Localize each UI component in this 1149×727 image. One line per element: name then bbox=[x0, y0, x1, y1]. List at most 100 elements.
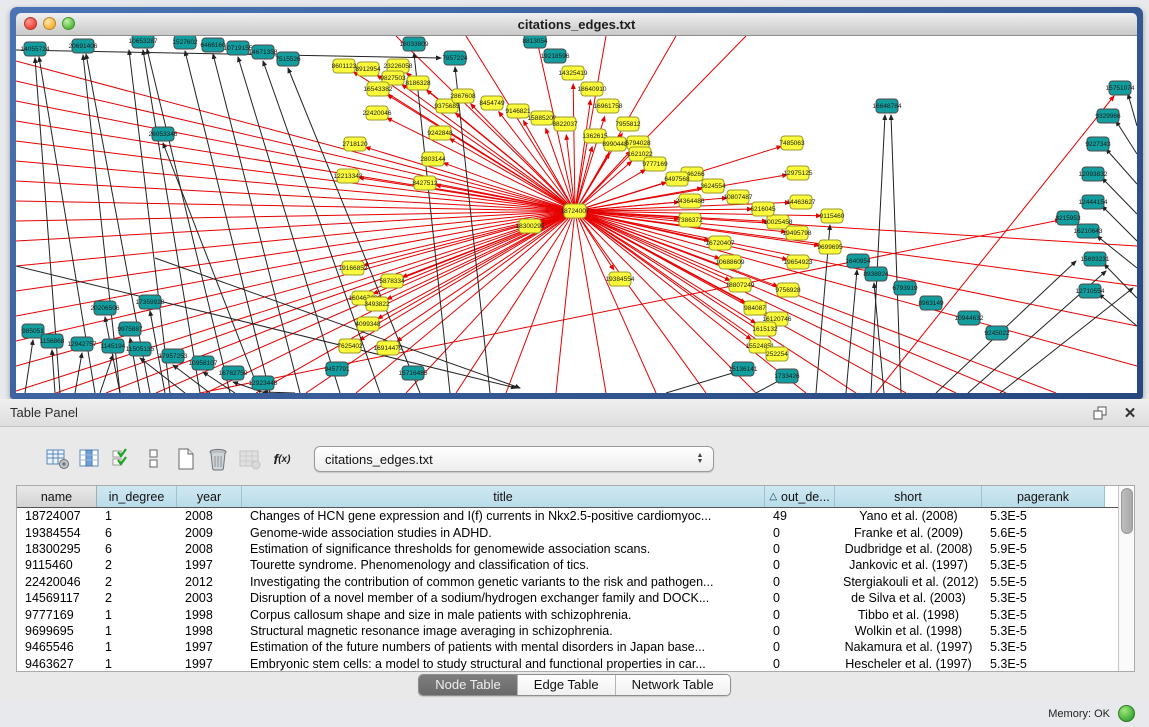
graph-node[interactable]: 17957253 bbox=[159, 349, 188, 363]
graph-node[interactable]: 24364486 bbox=[676, 194, 705, 208]
graph-node[interactable]: 10653287 bbox=[129, 36, 158, 48]
graph-node[interactable]: 10944632 bbox=[955, 311, 984, 325]
delete-column-icon[interactable] bbox=[204, 445, 232, 473]
graph-node[interactable]: 1733426 bbox=[774, 369, 800, 383]
column-header-title[interactable]: title bbox=[242, 486, 765, 507]
row-height-icon[interactable] bbox=[140, 445, 168, 473]
table-selector-dropdown[interactable]: citations_edges.txt ▲▼ bbox=[314, 446, 714, 472]
graph-node[interactable]: 5878334 bbox=[379, 274, 405, 288]
graph-node[interactable]: 14671358 bbox=[249, 45, 278, 59]
graph-node[interactable]: 984087 bbox=[744, 301, 766, 315]
graph-node[interactable]: 9756928 bbox=[775, 283, 801, 297]
table-row[interactable]: 1830029562008Estimation of significance … bbox=[17, 541, 1118, 557]
tab-network-table[interactable]: Network Table bbox=[616, 675, 730, 695]
graph-node[interactable]: 15751074 bbox=[1106, 81, 1135, 95]
graph-node[interactable]: 15136141 bbox=[729, 362, 758, 376]
graph-node[interactable]: 9699695 bbox=[817, 240, 843, 254]
graph-node[interactable]: 12213343 bbox=[334, 169, 363, 183]
column-header-name[interactable]: name bbox=[17, 486, 97, 507]
graph-node[interactable]: 22420046 bbox=[363, 106, 392, 120]
graph-node[interactable]: 7955812 bbox=[615, 117, 641, 131]
table-row[interactable]: 977716911998Corpus callosum shape and si… bbox=[17, 606, 1118, 622]
graph-node[interactable]: 10807487 bbox=[724, 190, 753, 204]
graph-node[interactable]: 14463627 bbox=[787, 195, 816, 209]
import-table-icon[interactable] bbox=[236, 445, 264, 473]
graph-node[interactable]: 8912954 bbox=[355, 62, 381, 76]
select-columns-icon[interactable] bbox=[76, 445, 104, 473]
graph-node[interactable]: 9242848 bbox=[427, 126, 453, 140]
graph-node[interactable]: 8822037 bbox=[552, 117, 578, 131]
minimize-button[interactable] bbox=[43, 17, 56, 30]
graph-node[interactable]: 10958107 bbox=[189, 356, 218, 370]
scrollbar-thumb[interactable] bbox=[1121, 488, 1133, 534]
function-builder-icon[interactable]: f(x) bbox=[268, 445, 296, 473]
graph-node[interactable]: 26053346 bbox=[149, 127, 178, 141]
select-rows-icon[interactable] bbox=[108, 445, 136, 473]
graph-node[interactable]: 11505135 bbox=[126, 342, 155, 356]
zoom-button[interactable] bbox=[62, 17, 75, 30]
table-row[interactable]: 1456911722003Disruption of a novel membe… bbox=[17, 590, 1118, 606]
column-header-pagerank[interactable]: pagerank bbox=[982, 486, 1105, 507]
graph-node[interactable]: 17359928 bbox=[136, 295, 165, 309]
new-column-icon[interactable] bbox=[172, 445, 200, 473]
float-window-icon[interactable] bbox=[1089, 404, 1111, 422]
graph-node[interactable]: 6216045 bbox=[750, 202, 776, 216]
graph-node[interactable]: 3493822 bbox=[364, 297, 390, 311]
graph-node[interactable]: 16543382 bbox=[364, 82, 393, 96]
graph-node[interactable]: 16961758 bbox=[594, 99, 623, 113]
graph-node[interactable]: 8938924 bbox=[863, 267, 889, 281]
graph-node[interactable]: 12975125 bbox=[784, 166, 813, 180]
graph-node[interactable]: 16782759 bbox=[219, 366, 248, 380]
table-row[interactable]: 2242004622012Investigating the contribut… bbox=[17, 574, 1118, 590]
table-row[interactable]: 969969511998Structural magnetic resonanc… bbox=[17, 623, 1118, 639]
graph-node[interactable]: 10688609 bbox=[716, 255, 745, 269]
table-row[interactable]: 1938455462009Genome-wide association stu… bbox=[17, 524, 1118, 540]
graph-node[interactable]: 2867608 bbox=[450, 89, 476, 103]
graph-node[interactable]: 7485063 bbox=[779, 136, 805, 150]
graph-node[interactable]: 6466160 bbox=[200, 38, 226, 52]
graph-node[interactable]: 2718120 bbox=[342, 137, 368, 151]
column-header-out-de-[interactable]: △out_de... bbox=[765, 486, 835, 507]
tab-node-table[interactable]: Node Table bbox=[419, 675, 518, 695]
graph-node[interactable]: 8990448 bbox=[602, 137, 628, 151]
graph-node[interactable]: 12923448 bbox=[249, 376, 278, 390]
graph-node[interactable]: 8813054 bbox=[522, 36, 548, 48]
graph-node[interactable]: 1527602 bbox=[172, 36, 198, 49]
graph-node[interactable]: 6793919 bbox=[892, 281, 918, 295]
graph-node[interactable]: 3624554 bbox=[700, 179, 726, 193]
graph-node[interactable]: 9245022 bbox=[984, 326, 1010, 340]
graph-node[interactable]: 7625402 bbox=[337, 339, 363, 353]
graph-node[interactable]: 9329966 bbox=[1095, 109, 1121, 123]
graph-node[interactable]: 14325419 bbox=[559, 66, 588, 80]
graph-node[interactable]: 8601123 bbox=[332, 59, 357, 73]
graph-node[interactable]: 18807249 bbox=[726, 278, 755, 292]
graph-node[interactable]: 20691406 bbox=[69, 39, 98, 53]
graph-node[interactable]: 15716485 bbox=[399, 366, 428, 380]
table-options-icon[interactable] bbox=[44, 445, 72, 473]
graph-node[interactable]: 12444154 bbox=[1079, 195, 1108, 209]
graph-node[interactable]: 12942757 bbox=[68, 337, 97, 351]
graph-node[interactable]: 1615132 bbox=[752, 322, 778, 336]
close-button[interactable] bbox=[24, 17, 37, 30]
graph-node[interactable]: 1156868 bbox=[40, 334, 65, 348]
graph-node[interactable]: 8454749 bbox=[479, 96, 505, 110]
graph-node[interactable]: 7386372 bbox=[677, 213, 703, 227]
table-row[interactable]: 946362711997Embryonic stem cells: a mode… bbox=[17, 656, 1118, 671]
graph-node[interactable]: 1640954 bbox=[845, 254, 871, 268]
vertical-scrollbar[interactable] bbox=[1118, 486, 1134, 671]
graph-node[interactable]: 19218596 bbox=[541, 49, 570, 63]
graph-node[interactable]: 9777169 bbox=[642, 157, 668, 171]
network-window-titlebar[interactable]: citations_edges.txt bbox=[16, 13, 1137, 36]
graph-node[interactable]: 12093832 bbox=[1079, 167, 1108, 181]
graph-node[interactable]: 252254 bbox=[766, 347, 788, 361]
graph-node[interactable]: 8215953 bbox=[1055, 211, 1081, 225]
graph-node[interactable]: 16033809 bbox=[400, 37, 429, 51]
graph-node[interactable]: 9457791 bbox=[324, 362, 350, 376]
column-header-short[interactable]: short bbox=[835, 486, 982, 507]
column-header-year[interactable]: year bbox=[177, 486, 242, 507]
graph-node[interactable]: 8186328 bbox=[405, 76, 431, 90]
network-canvas[interactable]: 8601123891295423226058982750381863281654… bbox=[16, 36, 1137, 393]
graph-node[interactable]: 7857224 bbox=[442, 51, 468, 65]
graph-node[interactable]: 8427512 bbox=[412, 176, 438, 190]
graph-node[interactable]: 19384554 bbox=[606, 272, 635, 286]
